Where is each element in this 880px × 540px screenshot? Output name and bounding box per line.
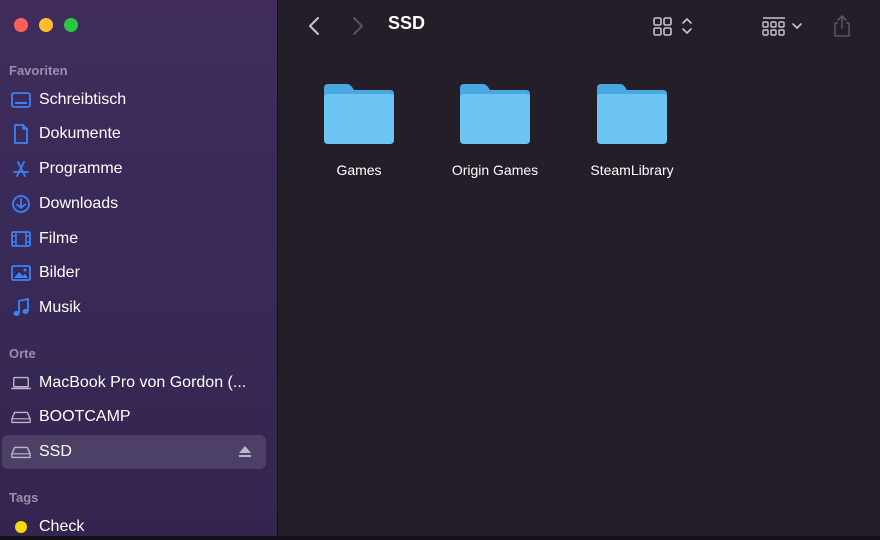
- main-content: SSD Games Origin Games SteamLibrary: [278, 0, 880, 540]
- sidebar-item-label: MacBook Pro von Gordon (...: [39, 374, 247, 391]
- desktop-icon: [11, 90, 31, 110]
- group-button[interactable]: [760, 14, 808, 38]
- photo-icon: [11, 263, 31, 283]
- music-icon: [11, 298, 31, 318]
- sidebar: Favoriten Schreibtisch Dokumente Program…: [0, 0, 278, 540]
- share-icon: [834, 15, 850, 37]
- group-grid-icon: [762, 17, 802, 36]
- sidebar-item-label: Filme: [39, 230, 79, 247]
- folder-item[interactable]: SteamLibrary: [567, 82, 697, 178]
- icon-grid-icon: [653, 17, 692, 36]
- sidebar-item-programme[interactable]: Programme: [2, 152, 266, 186]
- laptop-icon: [11, 373, 31, 393]
- chevron-right-icon: [353, 17, 363, 35]
- minimize-button[interactable]: [39, 18, 53, 32]
- sidebar-item-dokumente[interactable]: Dokumente: [2, 117, 266, 151]
- folder-icon: [597, 84, 667, 144]
- sidebar-item-label: SSD: [39, 443, 72, 460]
- section-title-tags: Tags: [9, 490, 39, 505]
- sidebar-item-label: BOOTCAMP: [39, 408, 131, 425]
- drive-icon: [11, 407, 31, 427]
- share-button[interactable]: [830, 12, 854, 40]
- chevron-left-icon: [309, 17, 319, 35]
- view-mode-button[interactable]: [650, 14, 698, 38]
- forward-button[interactable]: [348, 14, 368, 38]
- drive-icon: [11, 442, 31, 462]
- traffic-lights: [14, 18, 78, 32]
- section-title-favoriten: Favoriten: [9, 63, 68, 78]
- folder-label: Games: [336, 162, 382, 178]
- folder-item[interactable]: Games: [294, 82, 424, 178]
- finder-window: Favoriten Schreibtisch Dokumente Program…: [0, 0, 880, 540]
- sidebar-item-macbook[interactable]: MacBook Pro von Gordon (...: [2, 366, 266, 400]
- close-button[interactable]: [14, 18, 28, 32]
- sidebar-item-label: Dokumente: [39, 125, 121, 142]
- folder-icon: [324, 84, 394, 144]
- sidebar-item-bilder[interactable]: Bilder: [2, 256, 266, 290]
- back-button[interactable]: [304, 14, 324, 38]
- zoom-button[interactable]: [64, 18, 78, 32]
- applications-icon: [11, 159, 31, 179]
- sidebar-item-label: Check: [39, 518, 85, 535]
- folder-item[interactable]: Origin Games: [430, 82, 560, 178]
- window-title: SSD: [388, 13, 426, 33]
- sidebar-item-bootcamp[interactable]: BOOTCAMP: [2, 400, 266, 434]
- sidebar-item-label: Musik: [39, 299, 81, 316]
- sidebar-item-label: Bilder: [39, 264, 80, 281]
- section-title-orte: Orte: [9, 346, 36, 361]
- window-bottom-edge: [0, 536, 880, 540]
- sidebar-item-schreibtisch[interactable]: Schreibtisch: [2, 83, 266, 117]
- sidebar-item-musik[interactable]: Musik: [2, 291, 266, 325]
- eject-icon[interactable]: [238, 445, 252, 463]
- sidebar-item-downloads[interactable]: Downloads: [2, 187, 266, 221]
- sidebar-item-label: Programme: [39, 160, 123, 177]
- tag-dot-icon: [11, 517, 31, 537]
- folder-label: Origin Games: [451, 162, 539, 178]
- sidebar-item-filme[interactable]: Filme: [2, 222, 266, 256]
- sidebar-item-label: Downloads: [39, 195, 119, 212]
- film-icon: [11, 229, 31, 249]
- sidebar-item-label: Schreibtisch: [39, 91, 127, 108]
- folder-icon: [460, 84, 530, 144]
- document-icon: [11, 124, 31, 144]
- download-icon: [11, 194, 31, 214]
- sidebar-item-ssd[interactable]: SSD: [2, 435, 266, 469]
- folder-label: SteamLibrary: [590, 162, 674, 178]
